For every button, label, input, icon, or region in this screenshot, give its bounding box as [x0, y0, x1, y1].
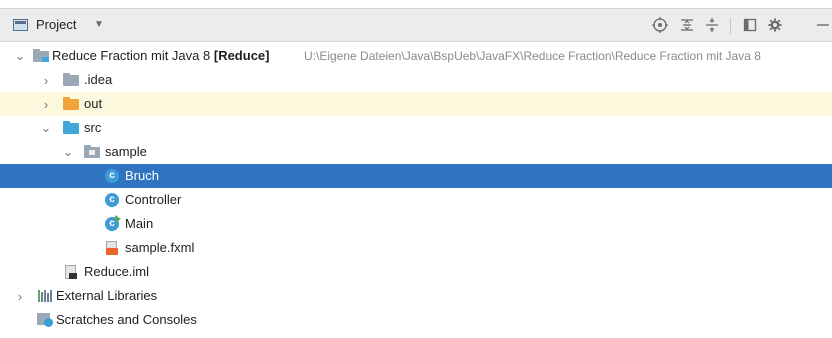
class-icon: c [104, 193, 120, 207]
tree-row-root[interactable]: ⌄ Reduce Fraction mit Java 8 [Reduce] U:… [0, 44, 832, 68]
iml-file-label: Reduce.iml [84, 264, 150, 279]
src-folder-label: src [84, 120, 102, 135]
expand-all-icon[interactable] [677, 15, 697, 35]
hide-icon[interactable] [812, 15, 832, 35]
tree-row-out[interactable]: › out [0, 92, 832, 116]
class-icon: c [104, 169, 120, 183]
scratches-label: Scratches and Consoles [56, 312, 197, 327]
out-folder-label: out [84, 96, 103, 111]
runnable-class-icon: c [104, 215, 121, 231]
project-tool-window: Project ▼ ⌄ Reduce Fraction mit Java 8 [… [0, 0, 832, 338]
tree-row-scratches[interactable]: Scratches and Consoles [0, 308, 832, 332]
tree-row-controller[interactable]: c Controller [0, 188, 832, 212]
controller-class-label: Controller [125, 192, 182, 207]
chevron-right-icon[interactable]: › [40, 92, 52, 116]
module-file-icon [63, 265, 79, 279]
folder-icon [63, 73, 79, 87]
tree-row-external-libraries[interactable]: › External Libraries [0, 284, 832, 308]
fxml-file-label: sample.fxml [125, 240, 195, 255]
source-folder-icon [63, 121, 79, 135]
tree-row-iml[interactable]: Reduce.iml [0, 260, 832, 284]
chevron-down-icon[interactable]: ⌄ [62, 140, 74, 164]
project-panel-header: Project ▼ [0, 8, 832, 42]
libraries-icon [37, 289, 53, 303]
collapse-all-icon[interactable] [702, 15, 722, 35]
view-dropdown-icon[interactable]: ▼ [94, 19, 104, 30]
tree-row-sample[interactable]: ⌄ sample [0, 140, 832, 164]
tree-row-src[interactable]: ⌄ src [0, 116, 832, 140]
package-icon [84, 145, 100, 159]
external-libraries-label: External Libraries [56, 288, 158, 303]
project-window-icon [13, 19, 28, 31]
sample-package-label: sample [105, 144, 147, 159]
chevron-right-icon[interactable]: › [14, 284, 26, 308]
excluded-folder-icon [63, 97, 79, 111]
locate-icon[interactable] [650, 15, 670, 35]
project-view-title[interactable]: Project [36, 17, 76, 32]
chevron-right-icon[interactable]: › [40, 68, 52, 92]
module-folder-icon [33, 49, 49, 63]
scratches-icon [37, 313, 53, 327]
settings-gear-icon[interactable] [765, 15, 785, 35]
tree-row-fxml[interactable]: sample.fxml [0, 236, 832, 260]
tree-row-bruch[interactable]: c Bruch [0, 164, 832, 188]
chevron-down-icon[interactable]: ⌄ [14, 44, 26, 68]
chevron-down-icon[interactable]: ⌄ [40, 116, 52, 140]
tree-row-main[interactable]: c Main [0, 212, 832, 236]
tree-row-idea[interactable]: › .idea [0, 68, 832, 92]
toolbar-separator [730, 18, 731, 34]
project-path: U:\Eigene Dateien\Java\BspUeb\JavaFX\Red… [304, 49, 761, 63]
fxml-file-icon [104, 241, 120, 255]
module-name: [Reduce] [213, 48, 270, 63]
idea-folder-label: .idea [84, 72, 113, 87]
show-options-icon[interactable] [740, 15, 760, 35]
root-project-name: Reduce Fraction mit Java 8 [Reduce] [52, 48, 270, 63]
bruch-class-label: Bruch [125, 168, 159, 183]
main-class-label: Main [125, 216, 154, 231]
